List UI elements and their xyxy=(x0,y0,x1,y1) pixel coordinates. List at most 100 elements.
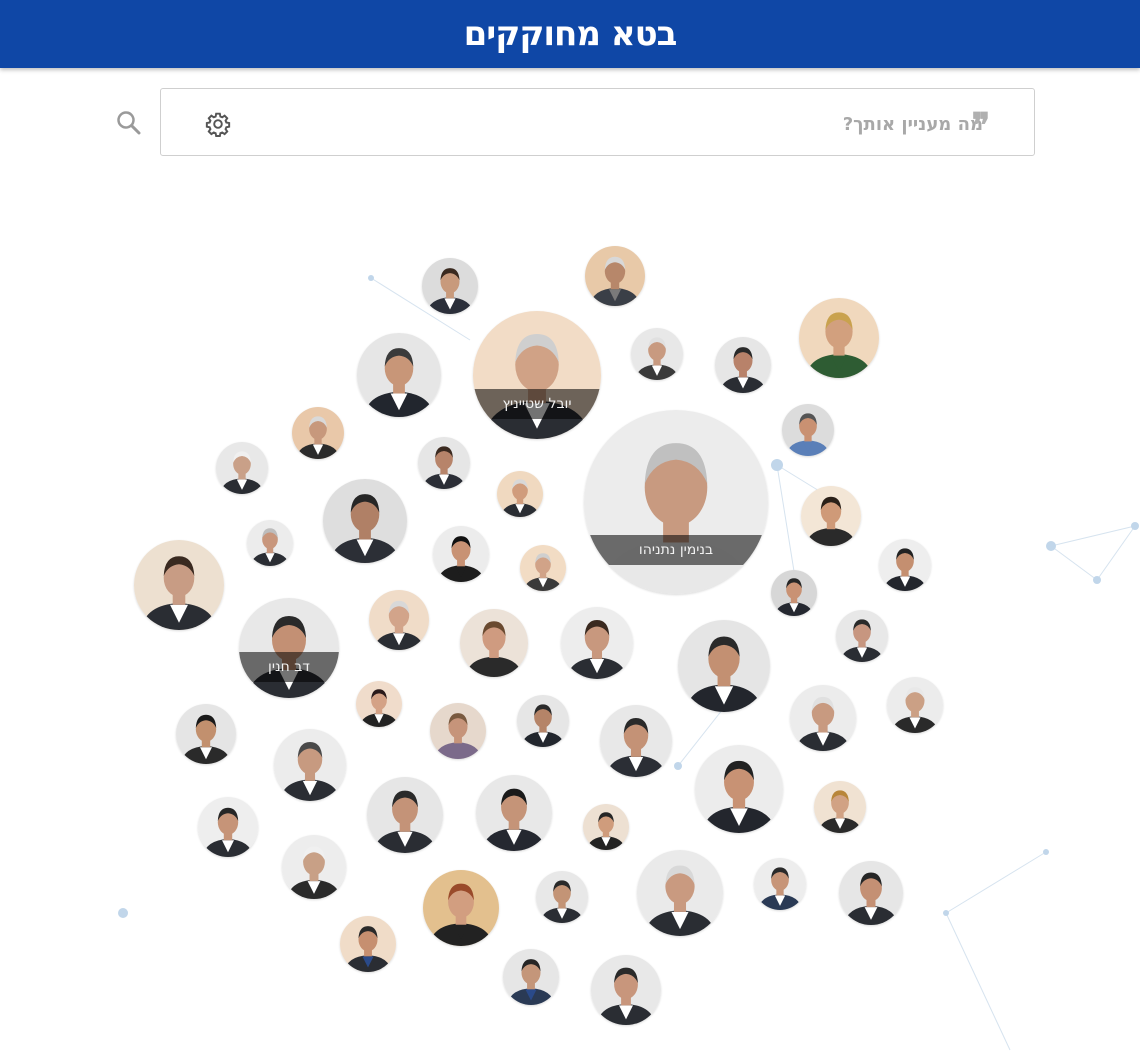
member-avatar xyxy=(584,410,768,594)
member-avatar xyxy=(520,545,566,591)
member-avatar xyxy=(836,610,888,662)
member-avatar xyxy=(782,404,834,456)
member-bubble[interactable] xyxy=(134,540,224,630)
member-avatar xyxy=(134,540,224,630)
member-bubble[interactable] xyxy=(839,861,903,925)
member-bubble[interactable] xyxy=(422,258,478,314)
featured-bubble-top[interactable]: יובל שטייניץ xyxy=(473,311,601,439)
member-bubble[interactable] xyxy=(274,729,346,801)
member-avatar xyxy=(631,328,683,380)
quote-icon: ❞ xyxy=(971,106,990,146)
member-bubble[interactable] xyxy=(585,246,645,306)
member-avatar xyxy=(198,797,258,857)
member-bubble[interactable] xyxy=(292,407,344,459)
member-bubble[interactable] xyxy=(497,471,543,517)
member-avatar xyxy=(367,777,443,853)
member-avatar xyxy=(790,685,856,751)
member-bubble[interactable] xyxy=(503,949,559,1005)
member-avatar xyxy=(503,949,559,1005)
member-bubble[interactable] xyxy=(631,328,683,380)
member-bubble[interactable] xyxy=(520,545,566,591)
member-avatar xyxy=(771,570,817,616)
member-avatar xyxy=(292,407,344,459)
member-bubble[interactable] xyxy=(695,745,783,833)
member-bubble[interactable] xyxy=(340,916,396,972)
featured-bubble-center[interactable]: בנימין נתניהו xyxy=(584,410,768,594)
member-avatar xyxy=(433,526,489,582)
search-icon[interactable] xyxy=(116,110,142,136)
member-bubble[interactable] xyxy=(600,705,672,777)
member-avatar xyxy=(887,677,943,733)
member-avatar xyxy=(637,850,723,936)
member-avatar xyxy=(600,705,672,777)
member-bubble[interactable] xyxy=(814,781,866,833)
member-avatar xyxy=(476,775,552,851)
member-bubble[interactable] xyxy=(836,610,888,662)
app-header: בטא מחוקקים xyxy=(0,0,1140,68)
member-bubble[interactable] xyxy=(367,777,443,853)
member-bubble[interactable] xyxy=(323,479,407,563)
member-avatar xyxy=(323,479,407,563)
member-avatar xyxy=(801,486,861,546)
member-bubble[interactable] xyxy=(801,486,861,546)
member-bubble[interactable] xyxy=(176,704,236,764)
member-avatar xyxy=(430,703,486,759)
member-avatar xyxy=(369,590,429,650)
member-bubble[interactable] xyxy=(879,539,931,591)
member-avatar xyxy=(497,471,543,517)
member-avatar xyxy=(695,745,783,833)
member-avatar xyxy=(418,437,470,489)
member-name-label: דב חנין xyxy=(239,652,339,682)
member-avatar xyxy=(422,258,478,314)
member-bubble[interactable] xyxy=(247,520,293,566)
member-bubble[interactable] xyxy=(198,797,258,857)
member-bubble[interactable] xyxy=(887,677,943,733)
member-avatar xyxy=(356,681,402,727)
search-box[interactable]: ❞ xyxy=(160,88,1035,156)
member-bubble[interactable] xyxy=(637,850,723,936)
member-bubble[interactable] xyxy=(799,298,879,378)
member-avatar xyxy=(536,871,588,923)
member-avatar xyxy=(715,337,771,393)
member-bubble[interactable] xyxy=(423,870,499,946)
member-bubble[interactable] xyxy=(356,681,402,727)
member-bubble[interactable] xyxy=(561,607,633,679)
member-avatar xyxy=(473,311,601,439)
member-avatar xyxy=(340,916,396,972)
member-bubble[interactable] xyxy=(357,333,441,417)
member-bubble[interactable] xyxy=(715,337,771,393)
member-bubble[interactable] xyxy=(282,835,346,899)
member-bubble[interactable] xyxy=(430,703,486,759)
member-bubble[interactable] xyxy=(216,442,268,494)
member-bubble[interactable] xyxy=(583,804,629,850)
member-avatar xyxy=(561,607,633,679)
member-bubble[interactable] xyxy=(476,775,552,851)
member-avatar xyxy=(239,598,339,698)
member-bubble[interactable] xyxy=(369,590,429,650)
member-bubble[interactable] xyxy=(754,858,806,910)
member-avatar xyxy=(357,333,441,417)
member-bubble[interactable] xyxy=(591,955,661,1025)
member-avatar xyxy=(583,804,629,850)
member-bubble[interactable] xyxy=(536,871,588,923)
featured-bubble-left[interactable]: דב חנין xyxy=(239,598,339,698)
member-avatar xyxy=(754,858,806,910)
gear-icon[interactable] xyxy=(205,111,231,137)
member-avatar xyxy=(176,704,236,764)
search-input[interactable] xyxy=(421,103,985,145)
member-avatar xyxy=(591,955,661,1025)
member-name-label: יובל שטייניץ xyxy=(473,388,601,419)
member-avatar xyxy=(216,442,268,494)
member-bubble[interactable] xyxy=(790,685,856,751)
member-bubble[interactable] xyxy=(678,620,770,712)
member-bubble[interactable] xyxy=(782,404,834,456)
member-bubble[interactable] xyxy=(418,437,470,489)
app-title: בטא מחוקקים xyxy=(463,14,678,54)
member-bubble[interactable] xyxy=(517,695,569,747)
member-bubble[interactable] xyxy=(433,526,489,582)
member-bubble[interactable] xyxy=(460,609,528,677)
member-bubble[interactable] xyxy=(771,570,817,616)
member-avatar xyxy=(247,520,293,566)
member-avatar xyxy=(585,246,645,306)
member-avatar xyxy=(460,609,528,677)
